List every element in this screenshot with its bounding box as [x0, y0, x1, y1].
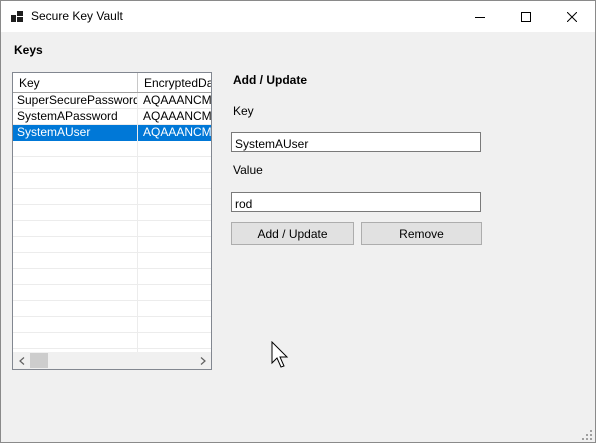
- row-key-cell[interactable]: SystemAPassword: [17, 109, 137, 125]
- empty-row: [13, 285, 211, 301]
- key-input[interactable]: [231, 132, 481, 152]
- empty-row: [13, 205, 211, 221]
- close-icon: [567, 11, 577, 22]
- empty-row: [13, 301, 211, 317]
- row-key-cell[interactable]: SuperSecurePassword: [17, 93, 137, 109]
- mouse-cursor-icon: [271, 341, 289, 368]
- grid-header: Key EncryptedDa: [13, 73, 211, 93]
- resize-grip-icon[interactable]: [581, 429, 593, 441]
- empty-row: [13, 173, 211, 189]
- value-label: Value: [233, 163, 263, 177]
- table-row[interactable]: SuperSecurePassword AQAAANCM: [13, 93, 211, 109]
- scroll-right-button[interactable]: [194, 352, 211, 369]
- keys-grid[interactable]: Key EncryptedDa SuperSecurePassword AQAA…: [12, 72, 212, 370]
- maximize-button[interactable]: [503, 1, 549, 32]
- key-label: Key: [233, 104, 254, 118]
- minimize-icon: [475, 16, 485, 18]
- minimize-button[interactable]: [457, 1, 503, 32]
- scroll-left-button[interactable]: [13, 352, 30, 369]
- empty-row: [13, 221, 211, 237]
- table-row[interactable]: SystemAPassword AQAAANCM: [13, 109, 211, 125]
- table-row-selected[interactable]: SystemAUser AQAAANCM: [13, 125, 211, 141]
- maximize-icon: [521, 11, 531, 22]
- horizontal-scrollbar[interactable]: [13, 352, 211, 369]
- row-encrypted-cell[interactable]: AQAAANCM: [143, 93, 211, 109]
- remove-button[interactable]: Remove: [361, 222, 482, 245]
- row-key-cell[interactable]: SystemAUser: [17, 125, 137, 141]
- scroll-left-icon: [18, 356, 24, 365]
- scroll-thumb[interactable]: [30, 353, 48, 368]
- scroll-right-icon: [200, 356, 206, 365]
- value-input[interactable]: [231, 192, 481, 212]
- add-update-button[interactable]: Add / Update: [231, 222, 354, 245]
- window-title: Secure Key Vault: [31, 9, 123, 23]
- column-header-encrypted[interactable]: EncryptedDa: [138, 73, 211, 92]
- empty-row: [13, 333, 211, 349]
- empty-row: [13, 189, 211, 205]
- empty-row: [13, 141, 211, 157]
- close-button[interactable]: [549, 1, 595, 32]
- grid-body: SuperSecurePassword AQAAANCM SystemAPass…: [13, 93, 211, 352]
- main-window: Secure Key Vault Keys Key EncryptedDa Su…: [0, 0, 596, 443]
- empty-row: [13, 269, 211, 285]
- column-header-key[interactable]: Key: [13, 73, 138, 92]
- app-icon: [11, 11, 23, 22]
- empty-row: [13, 237, 211, 253]
- title-bar[interactable]: Secure Key Vault: [1, 1, 595, 32]
- row-encrypted-cell[interactable]: AQAAANCM: [143, 109, 211, 125]
- empty-row: [13, 317, 211, 333]
- empty-row: [13, 157, 211, 173]
- empty-row: [13, 253, 211, 269]
- keys-section-title: Keys: [14, 43, 43, 57]
- editor-title: Add / Update: [233, 73, 307, 87]
- column-separator: [137, 93, 138, 352]
- row-encrypted-cell[interactable]: AQAAANCM: [143, 125, 211, 141]
